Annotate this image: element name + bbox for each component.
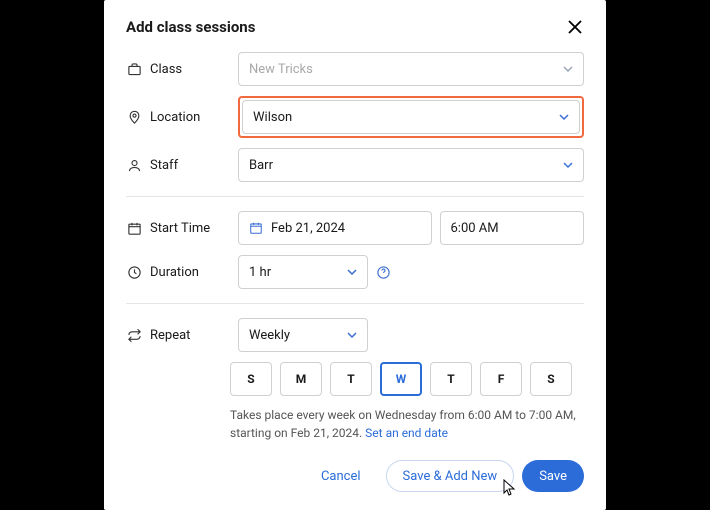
day-6[interactable]: S [530, 362, 572, 396]
person-icon [126, 157, 142, 173]
day-3[interactable]: W [380, 362, 422, 396]
class-select[interactable]: New Tricks [238, 52, 584, 86]
location-label: Location [150, 110, 230, 125]
day-1[interactable]: M [280, 362, 322, 396]
modal-footer: Cancel Save & Add New Save [126, 460, 584, 492]
divider [126, 196, 584, 197]
start-time-row: Start Time Feb 21, 2024 6:00 AM [126, 211, 584, 245]
staff-select[interactable]: Barr [238, 148, 584, 182]
repeat-label: Repeat [150, 328, 230, 343]
class-row: Class New Tricks [126, 52, 584, 86]
save-add-new-label: Save & Add New [403, 469, 498, 484]
location-highlight: Wilson [238, 96, 584, 138]
cancel-button[interactable]: Cancel [304, 460, 378, 492]
chevron-down-icon [559, 114, 569, 120]
location-row: Location Wilson [126, 96, 584, 138]
set-end-date-link[interactable]: Set an end date [365, 426, 448, 440]
duration-select[interactable]: 1 hr [238, 255, 368, 289]
duration-label: Duration [150, 265, 230, 280]
day-2[interactable]: T [330, 362, 372, 396]
modal-title: Add class sessions [126, 18, 255, 36]
staff-row: Staff Barr [126, 148, 584, 182]
date-input[interactable]: Feb 21, 2024 [238, 211, 432, 245]
modal-header: Add class sessions [126, 18, 584, 36]
repeat-icon [126, 327, 142, 343]
start-time-label: Start Time [150, 221, 230, 236]
day-0[interactable]: S [230, 362, 272, 396]
time-input[interactable]: 6:00 AM [440, 211, 585, 245]
divider [126, 303, 584, 304]
cursor-icon [501, 479, 517, 497]
chevron-down-icon [347, 332, 357, 338]
class-value: New Tricks [249, 62, 313, 77]
repeat-select[interactable]: Weekly [238, 318, 368, 352]
calendar-clock-icon [126, 220, 142, 236]
calendar-icon [249, 221, 263, 235]
location-value: Wilson [253, 110, 292, 125]
save-button[interactable]: Save [522, 460, 584, 492]
add-class-sessions-modal: Add class sessions Class New Tricks Loca… [104, 0, 606, 510]
repeat-row: Repeat Weekly [126, 318, 584, 352]
class-label: Class [150, 62, 230, 77]
date-value: Feb 21, 2024 [271, 221, 345, 236]
help-icon[interactable] [376, 265, 391, 280]
staff-value: Barr [249, 158, 273, 173]
repeat-value: Weekly [249, 328, 290, 343]
day-picker: SMTWTFS [230, 362, 584, 396]
location-select[interactable]: Wilson [242, 100, 580, 134]
location-pin-icon [126, 109, 142, 125]
chevron-down-icon [563, 66, 573, 72]
clock-icon [126, 264, 142, 280]
close-icon [568, 20, 582, 34]
staff-label: Staff [150, 158, 230, 173]
day-4[interactable]: T [430, 362, 472, 396]
chevron-down-icon [347, 269, 357, 275]
time-value: 6:00 AM [451, 221, 499, 236]
day-5[interactable]: F [480, 362, 522, 396]
duration-row: Duration 1 hr [126, 255, 584, 289]
save-add-new-button[interactable]: Save & Add New [386, 460, 515, 492]
briefcase-icon [126, 61, 142, 77]
chevron-down-icon [563, 162, 573, 168]
close-button[interactable] [566, 18, 584, 36]
repeat-description: Takes place every week on Wednesday from… [230, 406, 584, 442]
duration-value: 1 hr [249, 265, 271, 280]
